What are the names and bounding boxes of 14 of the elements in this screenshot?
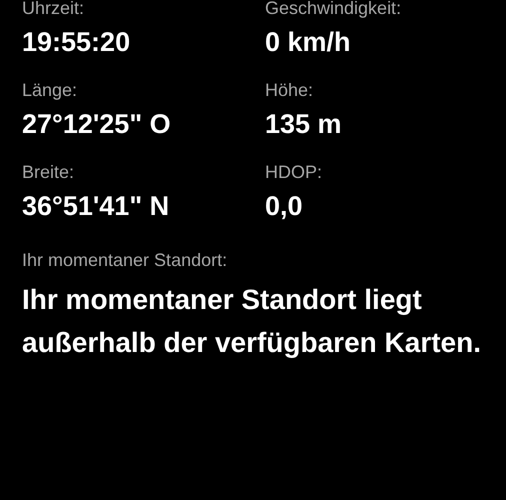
- field-value: 0 km/h: [265, 26, 352, 59]
- field-label: Breite:: [22, 161, 76, 184]
- field-value: 135 m: [265, 108, 343, 141]
- field-value: 0,0: [265, 190, 304, 223]
- field-label: Uhrzeit:: [22, 0, 86, 20]
- location-label: Ihr momentaner Standort:: [22, 249, 228, 272]
- field-label: Länge:: [22, 79, 78, 102]
- field-value: 27°12'25" O: [22, 108, 172, 141]
- field-label: Geschwindigkeit:: [265, 0, 402, 20]
- field-label: HDOP:: [265, 161, 324, 184]
- field-value: 19:55:20: [22, 26, 132, 59]
- location-message: Ihr momentaner Standort liegt außerhalb der verfügbaren Karten.: [22, 283, 482, 360]
- field-label: Höhe:: [265, 79, 314, 102]
- field-value: 36°51'41" N: [22, 190, 170, 223]
